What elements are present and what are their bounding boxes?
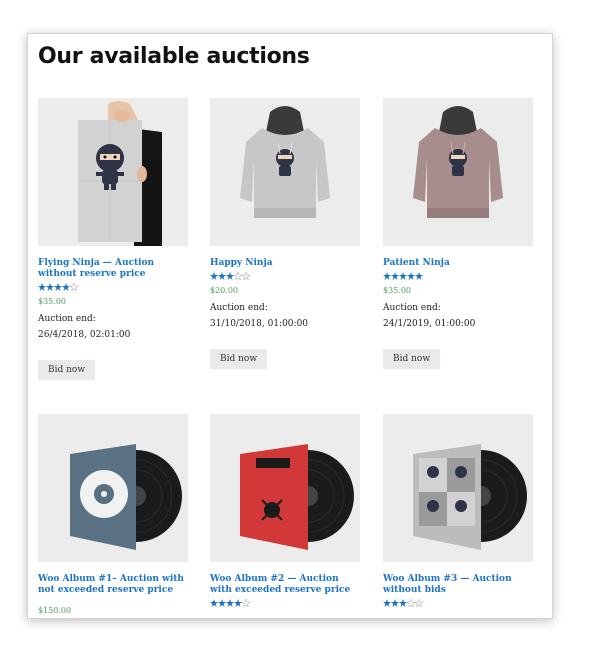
auction-end-label: Auction end:: [210, 303, 268, 313]
product-price: $20.00: [210, 286, 238, 295]
rating-stars: [38, 283, 82, 291]
rating-stars: [210, 272, 254, 280]
page-content: Our available auctions Flying Ninja — Au…: [28, 34, 552, 618]
product-image-woo-album-1[interactable]: [38, 414, 188, 562]
hoodie-mauve-icon: [383, 98, 533, 246]
product-image-flying-ninja[interactable]: [38, 98, 188, 246]
product-title[interactable]: Woo Album #1– Auction with not exceeded …: [38, 574, 188, 596]
auction-end-label: Auction end:: [383, 303, 441, 313]
screenshot-frame: Our available auctions Flying Ninja — Au…: [27, 33, 553, 619]
product-image-woo-album-2[interactable]: [210, 414, 360, 562]
page-title: Our available auctions: [38, 44, 310, 69]
product-image-happy-ninja[interactable]: [210, 98, 360, 246]
product-title[interactable]: Happy Ninja: [210, 258, 360, 269]
product-image-woo-album-3[interactable]: [383, 414, 533, 562]
bid-now-button[interactable]: Bid now: [38, 360, 96, 380]
auction-end-date: 26/4/2018, 02:01:00: [38, 330, 131, 340]
product-title[interactable]: Woo Album #2 — Auction with exceeded res…: [210, 574, 360, 596]
product-card: Woo Album #1– Auction with not exceeded …: [38, 414, 188, 615]
album-red-icon: [210, 414, 360, 562]
product-card: Happy Ninja $20.00 Auction end: 31/10/20…: [210, 98, 360, 369]
product-card: Flying Ninja — Auction without reserve p…: [38, 98, 188, 380]
product-title[interactable]: Patient Ninja: [383, 258, 533, 269]
auction-end-date: 24/1/2019, 01:00:00: [383, 319, 476, 329]
rating-stars: [383, 599, 427, 607]
product-price: $150.00: [38, 606, 72, 615]
product-card: Woo Album #3 — Auction without bids: [383, 414, 533, 607]
product-card: Woo Album #2 — Auction with exceeded res…: [210, 414, 360, 607]
product-price: $35.00: [383, 286, 411, 295]
auction-end-date: 31/10/2018, 01:00:00: [210, 319, 309, 329]
bid-now-button[interactable]: Bid now: [210, 349, 268, 369]
auction-end-label: Auction end:: [38, 314, 96, 324]
product-title[interactable]: Flying Ninja — Auction without reserve p…: [38, 258, 188, 280]
rating-stars: [383, 272, 427, 280]
product-price: $35.00: [38, 297, 66, 306]
album-blue-icon: [38, 414, 188, 562]
hoodie-grey-icon: [210, 98, 360, 246]
product-image-patient-ninja[interactable]: [383, 98, 533, 246]
product-title[interactable]: Woo Album #3 — Auction without bids: [383, 574, 533, 596]
rating-stars: [210, 599, 254, 607]
product-card: Patient Ninja $35.00 Auction end: 24/1/2…: [383, 98, 533, 369]
bid-now-button[interactable]: Bid now: [383, 349, 441, 369]
album-grey-icon: [383, 414, 533, 562]
poster-ninja-icon: [38, 98, 188, 246]
